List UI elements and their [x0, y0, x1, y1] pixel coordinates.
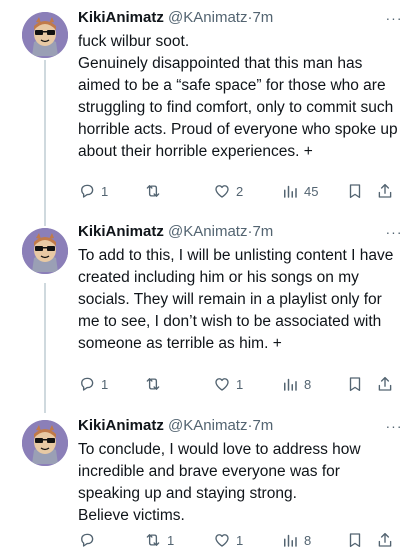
- user-handle[interactable]: @KAnimatz: [168, 9, 247, 26]
- tweet-header: KikiAnimatz @KAnimatz·7m: [78, 8, 273, 28]
- more-options-icon[interactable]: ···: [383, 419, 405, 440]
- tweet-text-line: Genuinely disappointed that this man has…: [78, 55, 398, 160]
- share-button[interactable]: [376, 181, 394, 201]
- retweet-button[interactable]: [144, 374, 167, 394]
- avatar[interactable]: [22, 228, 68, 274]
- display-name[interactable]: KikiAnimatz: [78, 417, 164, 434]
- tweet-actions: 1 1 8: [78, 530, 403, 550]
- reply-count: 1: [101, 183, 109, 199]
- tweet-text-line: To conclude, I would love to address how…: [78, 441, 361, 502]
- share-button[interactable]: [376, 374, 394, 394]
- avatar-image: [22, 228, 68, 274]
- tweet-text: fuck wilbur soot. Genuinely disappointed…: [78, 31, 403, 163]
- like-button[interactable]: 2: [213, 181, 243, 201]
- display-name[interactable]: KikiAnimatz: [78, 9, 164, 26]
- retweet-icon: [146, 534, 160, 546]
- tweet-actions: 1 2 45: [78, 181, 403, 201]
- tweet-text: To conclude, I would love to address how…: [78, 439, 403, 527]
- avatar-image: [22, 420, 68, 466]
- tweet-text-line: fuck wilbur soot.: [78, 33, 190, 50]
- retweet-button[interactable]: 1: [144, 530, 174, 550]
- user-handle[interactable]: @KAnimatz: [168, 223, 247, 240]
- tweet-text-line: To add to this, I will be unlisting cont…: [78, 247, 394, 352]
- reply-button[interactable]: [78, 530, 101, 550]
- views-count: 8: [304, 532, 312, 548]
- reply-icon: [81, 377, 94, 391]
- views-icon: [284, 185, 297, 198]
- views-icon: [284, 378, 297, 391]
- views-button[interactable]: 45: [281, 181, 318, 201]
- reply-button[interactable]: 1: [78, 374, 108, 394]
- like-button[interactable]: 1: [213, 530, 243, 550]
- like-count: 2: [236, 183, 244, 199]
- like-icon: [215, 534, 229, 547]
- bookmark-icon: [349, 533, 361, 548]
- bookmark-icon: [349, 377, 361, 392]
- like-button[interactable]: 1: [213, 374, 243, 394]
- views-button[interactable]: 8: [281, 374, 311, 394]
- bookmark-button[interactable]: [346, 530, 364, 550]
- retweet-count: 1: [167, 532, 175, 548]
- avatar-image: [22, 12, 68, 58]
- share-icon: [378, 183, 392, 198]
- retweet-button[interactable]: [144, 181, 167, 201]
- more-options-icon[interactable]: ···: [383, 11, 405, 32]
- share-icon: [378, 376, 392, 391]
- tweet-header: KikiAnimatz @KAnimatz·7m: [78, 416, 273, 436]
- views-count: 8: [304, 376, 312, 392]
- like-icon: [215, 378, 229, 391]
- more-options-icon[interactable]: ···: [383, 225, 405, 246]
- reply-icon: [81, 533, 94, 547]
- avatar[interactable]: [22, 12, 68, 58]
- timestamp[interactable]: 7m: [252, 417, 273, 434]
- views-count: 45: [304, 183, 319, 199]
- like-count: 1: [236, 376, 244, 392]
- retweet-icon: [146, 185, 160, 197]
- display-name[interactable]: KikiAnimatz: [78, 223, 164, 240]
- tweet[interactable]: KikiAnimatz @KAnimatz·7m ··· To conclude…: [0, 400, 417, 560]
- tweet[interactable]: KikiAnimatz @KAnimatz·7m ··· To add to t…: [0, 210, 417, 400]
- user-handle[interactable]: @KAnimatz: [168, 417, 247, 434]
- reply-button[interactable]: 1: [78, 181, 108, 201]
- bookmark-button[interactable]: [346, 181, 364, 201]
- retweet-icon: [146, 378, 160, 390]
- views-button[interactable]: 8: [281, 530, 311, 550]
- tweet-header: KikiAnimatz @KAnimatz·7m: [78, 222, 273, 242]
- tweet-actions: 1 1 8: [78, 374, 403, 394]
- like-icon: [215, 185, 229, 198]
- share-button[interactable]: [376, 530, 394, 550]
- bookmark-button[interactable]: [346, 374, 364, 394]
- tweet[interactable]: KikiAnimatz @KAnimatz·7m ··· fuck wilbur…: [0, 0, 417, 210]
- timestamp[interactable]: 7m: [252, 9, 273, 26]
- timestamp[interactable]: 7m: [252, 223, 273, 240]
- tweet-text: To add to this, I will be unlisting cont…: [78, 245, 403, 355]
- reply-icon: [81, 184, 94, 198]
- avatar[interactable]: [22, 420, 68, 466]
- tweet-text-line: Believe victims.: [78, 507, 185, 524]
- share-icon: [378, 532, 392, 547]
- reply-count: 1: [101, 376, 109, 392]
- bookmark-icon: [349, 184, 361, 199]
- views-icon: [284, 534, 297, 547]
- like-count: 1: [236, 532, 244, 548]
